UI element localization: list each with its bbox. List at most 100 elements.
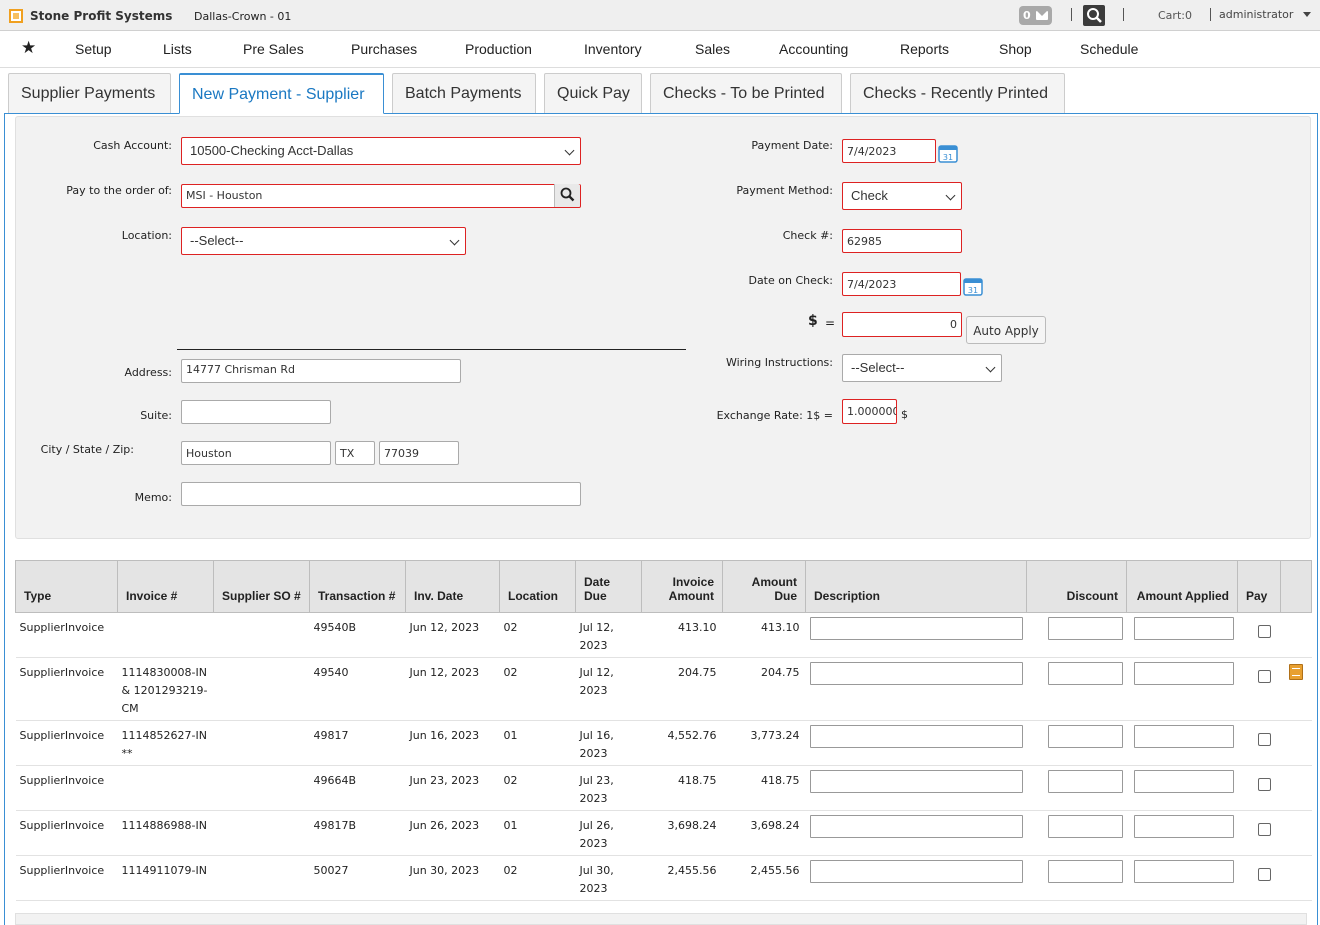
address-input[interactable]: 14777 Chrisman Rd (181, 359, 461, 383)
col-pay[interactable]: Pay (1237, 560, 1281, 613)
pay-checkbox[interactable] (1257, 868, 1271, 881)
payment-date-input[interactable]: 7/4/2023 (842, 139, 936, 163)
nav-lists[interactable]: Lists (163, 41, 192, 57)
pay-checkbox[interactable] (1257, 625, 1271, 638)
amount-applied-input[interactable] (1133, 617, 1234, 640)
location-select[interactable]: --Select-- (181, 227, 466, 255)
col-invoice[interactable]: Invoice # (117, 560, 214, 613)
nav-reports[interactable]: Reports (900, 41, 949, 57)
messages-button[interactable]: 0 (1019, 6, 1052, 25)
discount-input[interactable] (1047, 662, 1123, 685)
table-row[interactable]: SupplierInvoice 49664B Jun 23, 2023 02 Jul 2… (15, 765, 1312, 811)
nav-purchases[interactable]: Purchases (351, 41, 417, 57)
cell-amount-due: 3,698.24 (722, 810, 806, 856)
wiring-instructions-select[interactable]: --Select-- (842, 354, 1002, 382)
col-amount-due[interactable]: Amount Due (722, 560, 806, 613)
check-number-input[interactable]: 62985 (842, 229, 962, 253)
description-input[interactable] (809, 815, 1023, 838)
date-on-check-input[interactable]: 7/4/2023 (842, 272, 961, 296)
payment-form (15, 116, 1311, 539)
chevron-down-icon[interactable] (1303, 12, 1311, 17)
cell-invoice: 1114911079-IN (117, 855, 214, 901)
col-description[interactable]: Description (805, 560, 1027, 613)
pay-checkbox[interactable] (1257, 778, 1271, 791)
col-location[interactable]: Location (499, 560, 576, 613)
note-icon[interactable] (1288, 664, 1303, 680)
discount-input[interactable] (1047, 617, 1123, 640)
user-menu[interactable]: administrator (1219, 8, 1293, 21)
zip-input[interactable]: 77039 (379, 441, 459, 465)
nav-pre-sales[interactable]: Pre Sales (243, 41, 304, 57)
discount-input[interactable] (1047, 770, 1123, 793)
discount-input[interactable] (1047, 860, 1123, 883)
city-input[interactable]: Houston (181, 441, 331, 465)
description-input[interactable] (809, 860, 1023, 883)
chevron-down-icon (945, 190, 956, 201)
col-invoice-amount[interactable]: Invoice Amount (641, 560, 723, 613)
table-row[interactable]: SupplierInvoice 1114830008-IN & 120129321… (15, 657, 1312, 721)
pay-checkbox[interactable] (1257, 733, 1271, 746)
nav-inventory[interactable]: Inventory (584, 41, 642, 57)
supplier-lookup-button[interactable] (554, 184, 580, 207)
table-row[interactable]: SupplierInvoice 1114886988-IN 49817B Jun 26… (15, 810, 1312, 856)
nav-shop[interactable]: Shop (999, 41, 1032, 57)
cell-invoice-amount: 204.75 (641, 657, 723, 721)
discount-input[interactable] (1047, 725, 1123, 748)
global-search-button[interactable] (1083, 5, 1105, 26)
col-type[interactable]: Type (15, 560, 118, 613)
col-supplier-so[interactable]: Supplier SO # (213, 560, 310, 613)
exchange-rate-input[interactable]: 1.000000 (842, 399, 897, 424)
description-input[interactable] (809, 725, 1023, 748)
favorites-star-icon[interactable]: ★ (21, 38, 36, 58)
tab-batch-payments[interactable]: Batch Payments (392, 73, 536, 114)
cell-pay (1237, 657, 1281, 721)
amount-input[interactable]: 0 (842, 312, 962, 337)
nav-accounting[interactable]: Accounting (779, 41, 848, 57)
nav-setup[interactable]: Setup (75, 41, 112, 57)
amount-applied-input[interactable] (1133, 770, 1234, 793)
cash-account-select[interactable]: 10500-Checking Acct-Dallas (181, 137, 581, 165)
tab-new-payment-supplier[interactable]: New Payment - Supplier (179, 73, 384, 114)
amount-applied-input[interactable] (1133, 815, 1234, 838)
tab-checks-recently-printed[interactable]: Checks - Recently Printed (850, 73, 1065, 114)
company-selector[interactable]: Dallas-Crown - 01 (194, 10, 291, 23)
nav-production[interactable]: Production (465, 41, 532, 57)
cell-transaction: 50027 (309, 855, 406, 901)
col-discount[interactable]: Discount (1026, 560, 1127, 613)
auto-apply-button[interactable]: Auto Apply (966, 316, 1046, 344)
pay-to-label: Pay to the order of: (66, 184, 172, 197)
description-input[interactable] (809, 770, 1023, 793)
table-row[interactable]: SupplierInvoice 49540B Jun 12, 2023 02 Jul 1… (15, 612, 1312, 658)
cart-link[interactable]: Cart:0 (1158, 9, 1192, 22)
table-row[interactable]: SupplierInvoice 1114852627-IN ** 49817 Jun … (15, 720, 1312, 766)
col-amount-applied[interactable]: Amount Applied (1126, 560, 1238, 613)
pay-checkbox[interactable] (1257, 670, 1271, 683)
col-inv-date[interactable]: Inv. Date (405, 560, 500, 613)
tab-quick-pay[interactable]: Quick Pay (544, 73, 642, 114)
tab-supplier-payments[interactable]: Supplier Payments (8, 73, 171, 114)
memo-input[interactable] (181, 482, 581, 506)
calendar-icon[interactable]: 31 (938, 143, 958, 163)
amount-applied-input[interactable] (1133, 662, 1234, 685)
amount-applied-input[interactable] (1133, 860, 1234, 883)
state-input[interactable]: TX (335, 441, 375, 465)
cell-transaction: 49664B (309, 765, 406, 811)
cash-account-value: 10500-Checking Acct-Dallas (190, 143, 354, 158)
description-input[interactable] (809, 662, 1023, 685)
table-row[interactable]: SupplierInvoice 1114911079-IN 50027 Jun 30,… (15, 855, 1312, 901)
pay-checkbox[interactable] (1257, 823, 1271, 836)
top-bar: Stone Profit Systems Dallas-Crown - 01 0… (0, 0, 1320, 31)
discount-input[interactable] (1047, 815, 1123, 838)
nav-schedule[interactable]: Schedule (1080, 41, 1138, 57)
col-transaction[interactable]: Transaction # (309, 560, 406, 613)
description-input[interactable] (809, 617, 1023, 640)
nav-sales[interactable]: Sales (695, 41, 730, 57)
calendar-icon[interactable]: 31 (963, 276, 983, 296)
suite-input[interactable] (181, 400, 331, 424)
payment-method-select[interactable]: Check (842, 182, 962, 210)
pay-to-input[interactable]: MSI - Houston (181, 184, 581, 208)
col-date-due[interactable]: Date Due (575, 560, 642, 613)
amount-applied-input[interactable] (1133, 725, 1234, 748)
suite-label: Suite: (140, 409, 172, 422)
tab-checks-to-be-printed[interactable]: Checks - To be Printed (650, 73, 842, 114)
